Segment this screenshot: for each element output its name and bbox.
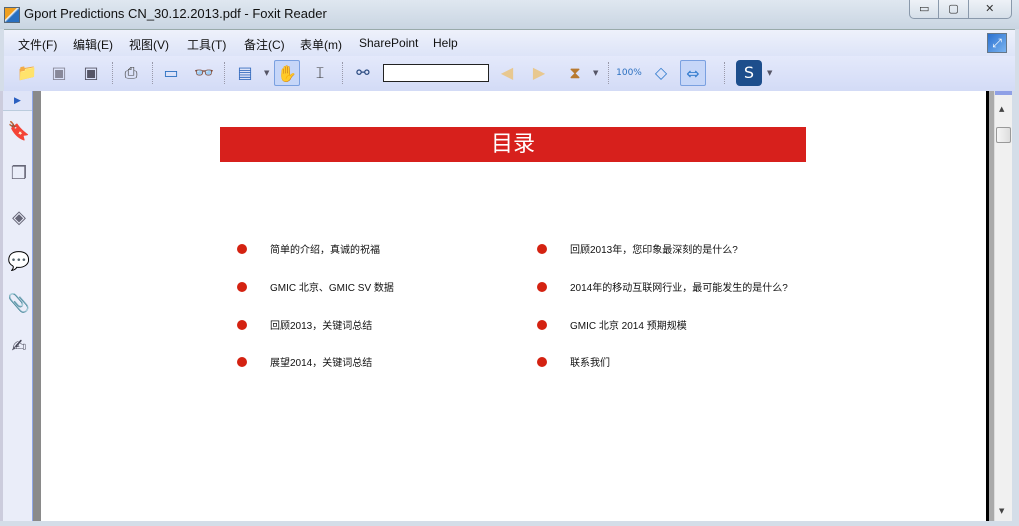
select-text-icon[interactable]: 𝙸 [307,60,333,86]
attachments-icon[interactable]: 📎 [7,293,31,319]
presentation-icon[interactable]: ▭ [158,60,184,86]
toc-item: 简单的介绍，真诚的祝福 [237,241,380,256]
fit-page-icon[interactable]: ◇ [648,60,674,86]
menu-bar: 文件(F) 编辑(E) 视图(V) 工具(T) 备注(C) 表单(m) Shar… [4,29,1015,56]
pdf-page: 目录 简单的介绍，真诚的祝福 GMIC 北京、GMIC SV 数据 回顾2013… [41,91,986,521]
layers-icon[interactable]: ◈ [7,207,31,233]
bullet-icon [537,356,547,367]
save-as-icon[interactable]: ▣ [78,60,104,86]
bullet-icon [237,281,247,292]
print-icon[interactable]: ⎙ [118,60,144,86]
search-options-icon[interactable]: ⧗ [562,60,588,86]
bullet-icon [537,243,547,254]
menu-file[interactable]: 文件(F) [18,36,57,53]
fullscreen-icon[interactable]: ⤢ [987,33,1007,53]
foxit-app-icon [4,7,20,23]
sharepoint-icon[interactable]: S [736,60,762,86]
scroll-thumb[interactable] [996,127,1011,143]
toolbar: 📁 ▣ ▣ ⎙ ▭ 👓 ▤ ▼ ✋ 𝙸 ⚯ ◀ ▶ ⧗ ▼ 100% ◇ ⇔ S… [4,56,1015,91]
bullet-icon [537,319,547,330]
read-mode-icon[interactable]: 👓 [191,60,217,86]
page-title-banner: 目录 [220,127,806,162]
pages-icon[interactable]: ❐ [7,163,31,189]
window-title: Gport Predictions CN_30.12.2013.pdf - Fo… [24,6,327,21]
menu-tools[interactable]: 工具(T) [187,36,226,53]
chevron-down-icon[interactable]: ▼ [264,69,269,77]
minimize-button[interactable]: ▭ [910,0,940,18]
menu-sharepoint[interactable]: SharePoint [359,36,418,50]
bullet-icon [537,281,547,292]
bullet-icon [237,319,247,330]
next-result-icon[interactable]: ▶ [526,60,552,86]
toc-item: 回顾2013，关键词总结 [237,317,372,332]
menu-comments[interactable]: 备注(C) [244,36,285,53]
expand-sidebar-icon[interactable]: ▶ [3,91,32,111]
toc-item: 展望2014，关键词总结 [237,354,372,369]
chevron-down-icon[interactable]: ▼ [767,69,772,77]
open-folder-icon[interactable]: 📁 [14,60,40,86]
find-binoculars-icon[interactable]: ⚯ [350,60,376,86]
menu-view[interactable]: 视图(V) [129,36,169,53]
title-bar: Gport Predictions CN_30.12.2013.pdf - Fo… [0,0,1019,29]
menu-edit[interactable]: 编辑(E) [73,36,113,53]
search-input[interactable] [383,64,489,82]
actual-size-icon[interactable]: 100% [616,60,642,86]
maximize-button[interactable]: ▢ [939,0,969,18]
bookmarks-icon[interactable]: 🔖 [7,121,31,147]
vertical-scrollbar[interactable]: ▲ ▼ [994,91,1012,521]
fit-width-icon[interactable]: ⇔ [680,60,706,86]
previous-result-icon[interactable]: ◀ [494,60,520,86]
scroll-up-icon[interactable]: ▲ [999,105,1004,113]
signatures-icon[interactable]: ✍ [7,336,31,362]
hand-tool-icon[interactable]: ✋ [274,60,300,86]
save-icon[interactable]: ▣ [46,60,72,86]
page-layout-icon[interactable]: ▤ [232,60,258,86]
toc-item: 联系我们 [537,354,610,369]
toc-item: GMIC 北京 2014 预期规模 [537,317,687,332]
toc-item: 2014年的移动互联网行业，最可能发生的是什么? [537,279,788,294]
navigation-sidebar: ▶ 🔖 ❐ ◈ 💬 📎 ✍ [0,91,33,521]
toc-item: GMIC 北京、GMIC SV 数据 [237,279,394,294]
bullet-icon [237,356,247,367]
close-button[interactable]: ✕ [969,0,1011,18]
comments-icon[interactable]: 💬 [7,251,31,277]
scroll-down-icon[interactable]: ▼ [999,507,1004,515]
toc-item: 回顾2013年，您印象最深刻的是什么? [537,241,738,256]
chevron-down-icon[interactable]: ▼ [593,69,598,77]
menu-forms[interactable]: 表单(m) [300,36,342,53]
menu-help[interactable]: Help [433,36,458,50]
bullet-icon [237,243,247,254]
